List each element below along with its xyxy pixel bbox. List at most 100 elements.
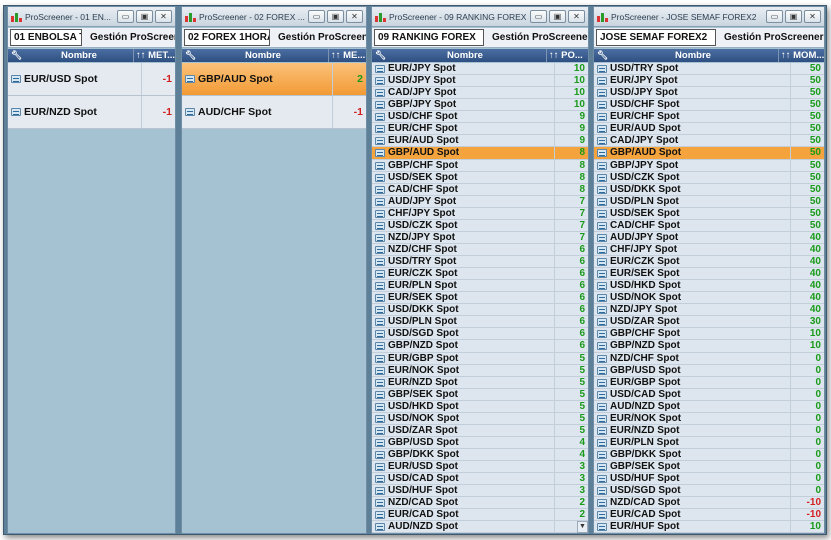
table-row[interactable]: USD/PLN Spot 6 <box>372 316 588 329</box>
table-row[interactable]: EUR/PLN Spot 6 <box>372 280 588 293</box>
wrench-icon[interactable]: 🔧︎ <box>597 49 608 62</box>
table-row[interactable]: CAD/CHF Spot 50 <box>594 219 824 232</box>
table-row[interactable]: USD/HUF Spot 3 <box>372 485 588 498</box>
chart-window-icon[interactable] <box>375 306 385 315</box>
table-row[interactable]: EUR/GBP Spot 0 <box>594 376 824 389</box>
table-row[interactable]: USD/ZAR Spot 30 <box>594 316 824 329</box>
chart-window-icon[interactable] <box>375 173 385 182</box>
table-row[interactable]: NZD/CAD Spot -10 <box>594 497 824 510</box>
chart-window-icon[interactable] <box>597 414 607 423</box>
table-row[interactable]: EUR/CAD Spot 2 <box>372 509 588 522</box>
maximize-icon[interactable]: ▣ <box>136 10 153 23</box>
table-row[interactable]: EUR/AUD Spot 50 <box>594 123 824 136</box>
chart-window-icon[interactable] <box>375 318 385 327</box>
window-titlebar[interactable]: ProScreener - 02 FOREX ... ▭ ▣ ✕ <box>182 7 366 27</box>
table-row[interactable]: EUR/NZD Spot -1 <box>8 96 175 129</box>
chart-window-icon[interactable] <box>375 378 385 387</box>
tab-gestion-proscreener[interactable]: Gestión ProScreener <box>484 32 588 43</box>
column-name-header[interactable]: Nombre <box>198 49 328 62</box>
table-row[interactable]: GBP/CHF Spot 8 <box>372 159 588 172</box>
table-row[interactable]: NZD/CHF Spot 6 <box>372 243 588 256</box>
table-row[interactable]: EUR/NZD Spot 0 <box>594 424 824 437</box>
chart-window-icon[interactable] <box>375 414 385 423</box>
chart-window-icon[interactable] <box>597 390 607 399</box>
chart-window-icon[interactable] <box>375 438 385 447</box>
column-value-header[interactable]: ↑↑ MET... <box>133 49 175 62</box>
table-row[interactable]: AUD/CHF Spot -1 <box>182 96 366 129</box>
chart-window-icon[interactable] <box>597 173 607 182</box>
table-row[interactable]: GBP/SEK Spot 0 <box>594 461 824 474</box>
tab-screener[interactable]: 01 ENBOLSA T <box>10 29 82 46</box>
chart-window-icon[interactable] <box>375 197 385 206</box>
chart-window-icon[interactable] <box>375 209 385 218</box>
chart-window-icon[interactable] <box>597 113 607 122</box>
close-icon[interactable]: ✕ <box>804 10 821 23</box>
table-row[interactable]: EUR/PLN Spot 0 <box>594 436 824 449</box>
maximize-icon[interactable]: ▣ <box>327 10 344 23</box>
chart-window-icon[interactable] <box>375 245 385 254</box>
table-row[interactable]: USD/HUF Spot 0 <box>594 473 824 486</box>
chart-window-icon[interactable] <box>597 137 607 146</box>
table-row[interactable]: EUR/NOK Spot 5 <box>372 364 588 377</box>
column-value-header[interactable]: ↑↑ PO... <box>546 49 586 62</box>
tab-screener[interactable]: 09 RANKING FOREX <box>374 29 484 46</box>
chart-window-icon[interactable] <box>597 463 607 472</box>
chart-window-icon[interactable] <box>597 282 607 291</box>
chart-window-icon[interactable] <box>375 523 385 532</box>
chart-window-icon[interactable] <box>597 294 607 303</box>
chart-window-icon[interactable] <box>375 511 385 520</box>
table-row[interactable]: CHF/JPY Spot 40 <box>594 243 824 256</box>
table-row[interactable]: USD/SEK Spot 50 <box>594 207 824 220</box>
chart-window-icon[interactable] <box>597 245 607 254</box>
table-row[interactable]: GBP/NZD Spot 10 <box>594 340 824 353</box>
table-row[interactable]: USD/CHF Spot 9 <box>372 111 588 124</box>
table-row[interactable]: GBP/DKK Spot 4 <box>372 449 588 462</box>
table-row[interactable]: USD/NOK Spot 5 <box>372 412 588 425</box>
table-row[interactable]: USD/SGD Spot 6 <box>372 328 588 341</box>
table-row[interactable]: CAD/JPY Spot 50 <box>594 135 824 148</box>
table-row[interactable]: USD/JPY Spot 10 <box>372 75 588 88</box>
chart-window-icon[interactable] <box>375 125 385 134</box>
chart-window-icon[interactable] <box>375 221 385 230</box>
chart-window-icon[interactable] <box>375 426 385 435</box>
table-row[interactable]: GBP/NZD Spot 6 <box>372 340 588 353</box>
chart-window-icon[interactable] <box>597 89 607 98</box>
table-row[interactable]: EUR/CZK Spot 40 <box>594 256 824 269</box>
table-row[interactable]: GBP/AUD Spot 8 <box>372 147 588 160</box>
table-row[interactable]: NZD/CHF Spot 0 <box>594 352 824 365</box>
table-row[interactable]: EUR/CHF Spot 9 <box>372 123 588 136</box>
table-row[interactable]: GBP/AUD Spot 50 <box>594 147 824 160</box>
table-row[interactable]: CHF/JPY Spot 7 <box>372 207 588 220</box>
table-row[interactable]: USD/ZAR Spot 5 <box>372 424 588 437</box>
chart-window-icon[interactable] <box>375 282 385 291</box>
table-row[interactable]: AUD/NZD Spot2 <box>372 521 588 533</box>
chart-window-icon[interactable] <box>597 426 607 435</box>
chart-window-icon[interactable] <box>185 75 195 83</box>
chart-window-icon[interactable] <box>375 89 385 98</box>
table-row[interactable]: USD/DKK Spot 50 <box>594 183 824 196</box>
minimize-icon[interactable]: ▭ <box>308 10 325 23</box>
table-row[interactable]: GBP/JPY Spot 10 <box>372 99 588 112</box>
table-row[interactable]: USD/DKK Spot 6 <box>372 304 588 317</box>
table-row[interactable]: AUD/JPY Spot 40 <box>594 231 824 244</box>
table-row[interactable]: EUR/CHF Spot 50 <box>594 111 824 124</box>
column-value-header[interactable]: ↑↑ MOM... <box>778 49 824 62</box>
chart-window-icon[interactable] <box>597 487 607 496</box>
table-row[interactable]: USD/CAD Spot 3 <box>372 473 588 486</box>
wrench-icon[interactable]: 🔧︎ <box>185 49 196 62</box>
maximize-icon[interactable]: ▣ <box>549 10 566 23</box>
chart-window-icon[interactable] <box>375 330 385 339</box>
chart-window-icon[interactable] <box>597 101 607 110</box>
table-row[interactable]: CAD/JPY Spot 10 <box>372 87 588 100</box>
chart-window-icon[interactable] <box>375 475 385 484</box>
chart-window-icon[interactable] <box>11 75 21 83</box>
chart-window-icon[interactable] <box>375 451 385 459</box>
minimize-icon[interactable]: ▭ <box>117 10 134 23</box>
chart-window-icon[interactable] <box>597 149 607 158</box>
table-row[interactable]: EUR/GBP Spot 5 <box>372 352 588 365</box>
table-row[interactable]: USD/HKD Spot 5 <box>372 400 588 413</box>
chart-window-icon[interactable] <box>375 65 385 73</box>
table-row[interactable]: NZD/CAD Spot 2 <box>372 497 588 510</box>
chart-window-icon[interactable] <box>597 354 607 363</box>
chart-window-icon[interactable] <box>375 113 385 122</box>
